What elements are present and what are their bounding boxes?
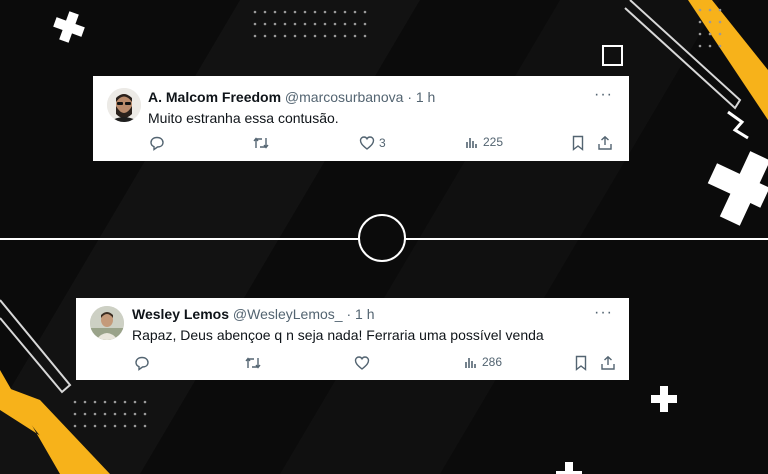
tweet-header: A. Malcom Freedom @marcosurbanova · 1 h — [148, 89, 435, 105]
tweet-actions: 3 225 — [93, 135, 629, 153]
views-icon — [466, 138, 477, 148]
timestamp[interactable]: 1 h — [416, 89, 435, 105]
retweet-button[interactable] — [244, 355, 262, 371]
bookmark-button[interactable] — [574, 355, 588, 371]
avatar[interactable] — [90, 306, 124, 340]
views-button[interactable]: 225 — [465, 135, 503, 149]
view-count: 225 — [483, 135, 504, 149]
reply-button[interactable] — [149, 135, 165, 151]
share-button[interactable] — [600, 355, 616, 371]
tweet-header: Wesley Lemos @WesleyLemos_ · 1 h — [132, 306, 375, 322]
like-icon — [359, 136, 375, 150]
share-icon — [601, 355, 615, 370]
separator: · — [346, 306, 352, 322]
reply-button[interactable] — [134, 355, 150, 371]
more-options-button[interactable]: ··· — [594, 86, 613, 104]
center-circle-decoration — [358, 214, 406, 262]
tweet-text: Muito estranha essa contusão. — [148, 110, 339, 126]
view-count: 286 — [482, 355, 503, 369]
display-name[interactable]: Wesley Lemos — [132, 306, 229, 322]
user-handle[interactable]: @marcosurbanova — [285, 89, 404, 105]
like-button[interactable]: 3 — [359, 135, 386, 151]
like-count: 3 — [379, 136, 386, 150]
retweet-icon — [245, 357, 261, 369]
display-name[interactable]: A. Malcom Freedom — [148, 89, 281, 105]
user-handle[interactable]: @WesleyLemos_ — [233, 306, 343, 322]
tweet-text: Rapaz, Deus abençoe q n seja nada! Ferra… — [132, 327, 544, 343]
bookmark-button[interactable] — [571, 135, 585, 151]
views-button[interactable]: 286 — [464, 355, 502, 369]
like-icon — [354, 356, 370, 370]
reply-icon — [135, 356, 149, 371]
retweet-icon — [253, 137, 269, 149]
separator: · — [407, 89, 412, 105]
more-options-button[interactable]: ··· — [594, 304, 613, 322]
bookmark-icon — [572, 135, 584, 151]
square-outline-decoration — [602, 45, 623, 66]
avatar[interactable] — [107, 88, 141, 122]
retweet-button[interactable] — [252, 135, 270, 151]
like-button[interactable] — [354, 355, 370, 371]
reply-icon — [150, 136, 164, 151]
share-button[interactable] — [597, 135, 613, 151]
bookmark-icon — [575, 355, 587, 371]
views-icon — [465, 358, 476, 368]
timestamp[interactable]: 1 h — [355, 306, 374, 322]
tweet-card[interactable]: Wesley Lemos @WesleyLemos_ · 1 h ··· Rap… — [76, 298, 629, 380]
share-icon — [598, 135, 612, 150]
tweet-card[interactable]: A. Malcom Freedom @marcosurbanova · 1 h … — [93, 76, 629, 161]
tweet-actions: 286 — [76, 355, 629, 373]
